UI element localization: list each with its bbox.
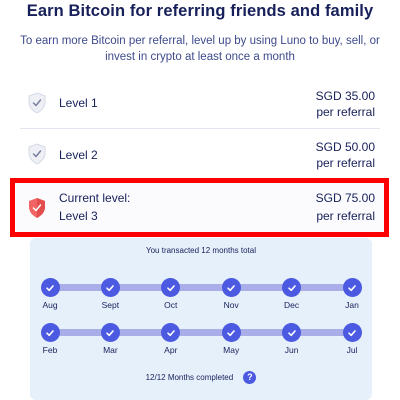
divider	[20, 128, 380, 129]
current-level-label: Current level:	[59, 191, 131, 205]
level-1-row: Level 1 SGD 35.00 per referral	[15, 88, 385, 119]
check-circle-icon	[342, 323, 362, 342]
month-track-row-1	[50, 284, 352, 291]
month-label: Dec	[284, 300, 300, 310]
shield-check-icon	[28, 92, 46, 114]
level-2-row: Level 2 SGD 50.00 per referral	[15, 139, 385, 170]
check-circle-icon	[221, 323, 241, 342]
level-amount: SGD 35.00	[315, 89, 375, 103]
level-name: Level 3	[59, 209, 98, 223]
month-label: May	[223, 345, 240, 355]
month-label: Jun	[284, 345, 299, 355]
level-per-referral: per referral	[316, 209, 375, 223]
month-label: Nov	[223, 300, 239, 310]
check-circle-icon	[40, 278, 60, 297]
month-label: Mar	[103, 345, 118, 355]
level-amount: SGD 50.00	[315, 140, 375, 154]
check-circle-icon	[100, 323, 120, 342]
month-track-row-2	[50, 329, 352, 336]
check-circle-icon	[342, 278, 362, 297]
month-label: Feb	[42, 345, 58, 355]
months-completed: 12/12 Months completed ?	[30, 371, 372, 384]
month-label: Aug	[42, 300, 58, 310]
check-circle-icon	[161, 323, 181, 342]
check-circle-icon	[221, 278, 241, 297]
month-label: Oct	[164, 300, 178, 310]
month-label: Jul	[346, 345, 358, 355]
question-circle-icon[interactable]: ?	[243, 371, 257, 384]
page-title: Earn Bitcoin for referring friends and f…	[26, 2, 374, 20]
level-per-referral: per referral	[316, 105, 375, 119]
level-per-referral: per referral	[316, 156, 375, 170]
page-subtitle: To earn more Bitcoin per referral, level…	[20, 35, 380, 63]
level-amount: SGD 75.00	[315, 191, 375, 205]
shield-check-icon	[28, 143, 46, 165]
check-circle-icon	[100, 278, 120, 297]
check-circle-icon	[282, 278, 302, 297]
check-circle-icon	[40, 323, 60, 342]
check-circle-icon	[161, 278, 181, 297]
month-label: Jan	[345, 300, 359, 310]
months-caption: You transacted 12 months total	[146, 246, 256, 255]
level-3-row: Current level: Level 3 SGD 75.00 per ref…	[15, 190, 385, 224]
months-progress-panel: You transacted 12 months total Aug Sept Oc…	[30, 238, 372, 400]
month-label: Apr	[164, 345, 178, 355]
months-completed-text: 12/12 Months completed	[145, 373, 234, 382]
month-label: Sept	[101, 300, 120, 310]
check-circle-icon	[282, 323, 302, 342]
level-name: Level 1	[59, 96, 98, 110]
shield-check-icon	[29, 198, 45, 218]
level-name: Level 2	[59, 148, 98, 162]
